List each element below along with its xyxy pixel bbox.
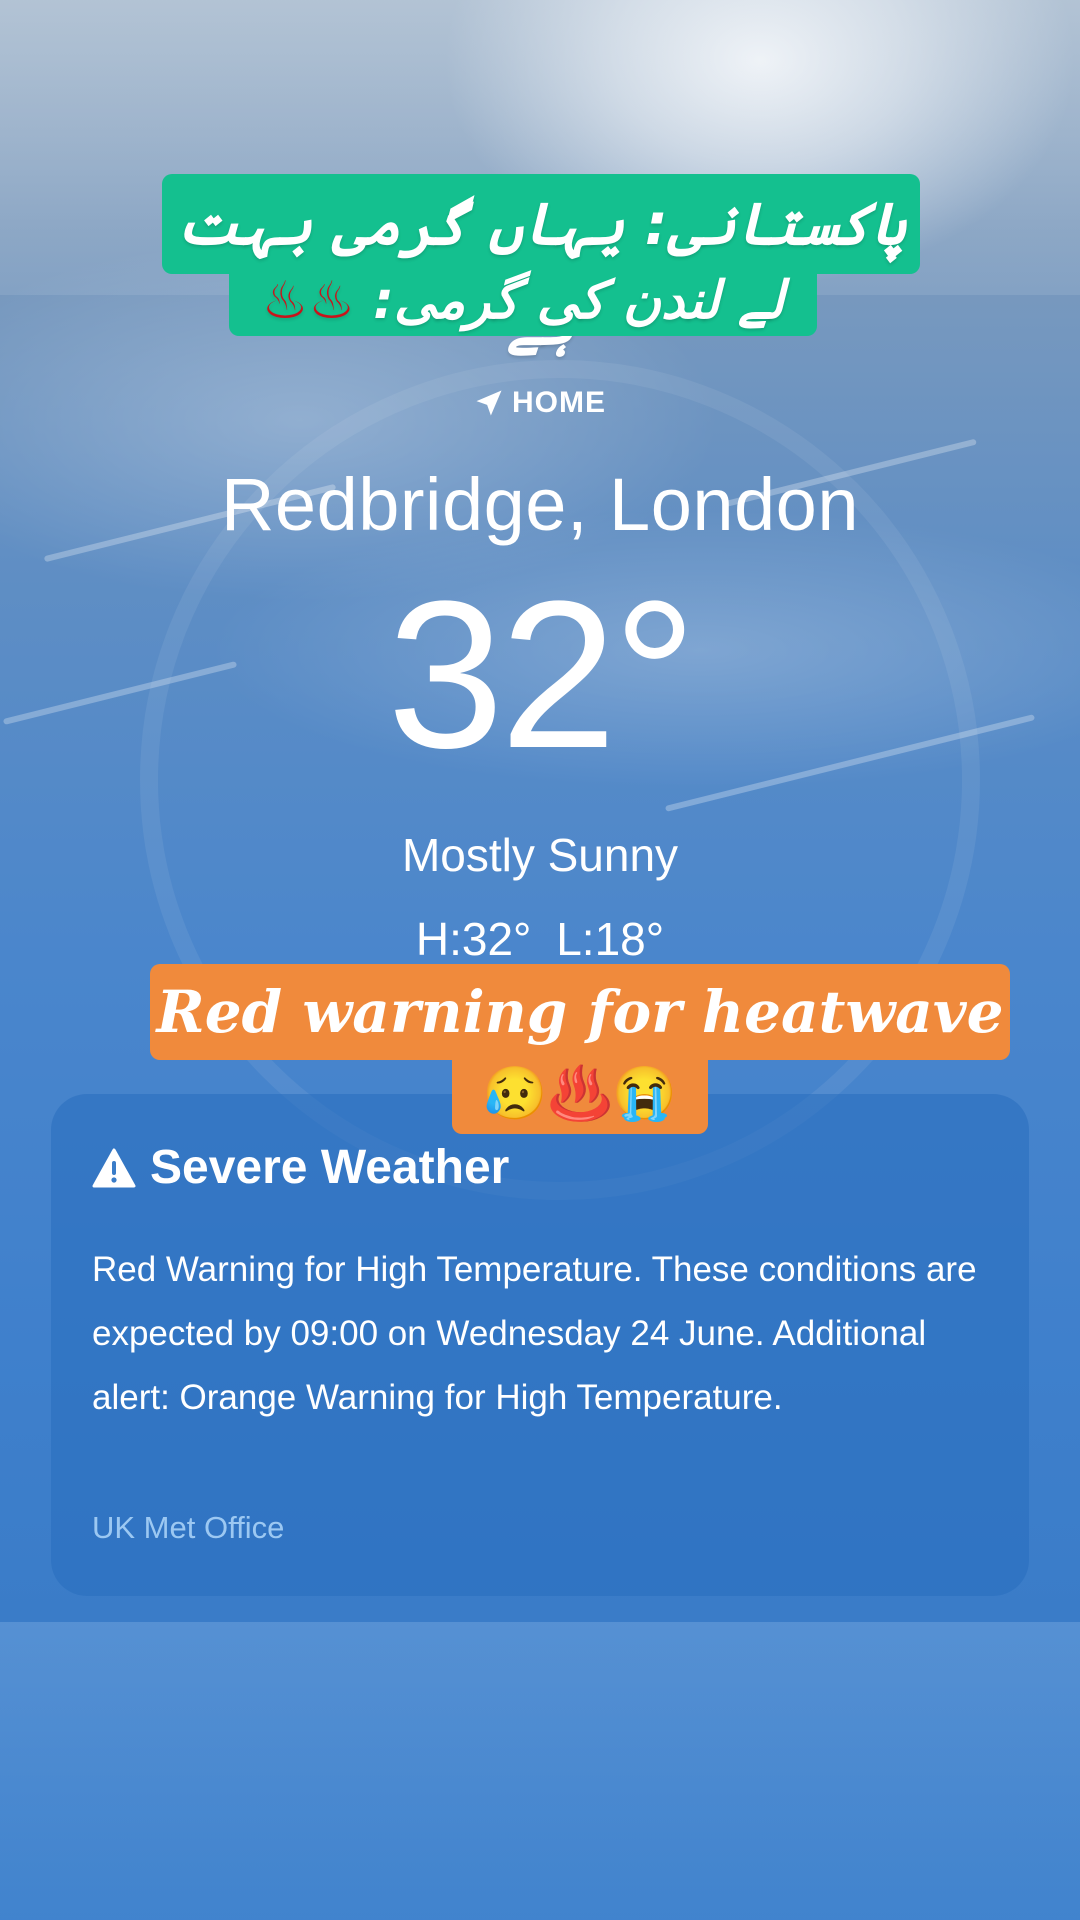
urdu-caption-line2: لے لندن کی گرمی: ♨♨ xyxy=(229,266,817,336)
location-label: HOME xyxy=(0,386,1080,420)
hot-springs-icon: ♨♨ xyxy=(261,271,355,331)
temperature-value: 32° xyxy=(387,557,697,792)
current-temperature: 32° xyxy=(0,570,1080,780)
urdu-caption-text-2: لندن کی گرمی: xyxy=(373,271,720,331)
warning-triangle-icon xyxy=(92,1148,136,1187)
overlay-caption-line1: Red warning for heatwave xyxy=(150,964,1010,1060)
location-label-text: HOME xyxy=(512,386,606,419)
urdu-caption-line1: پاکستانی: یہاں گرمی بہت ہے xyxy=(162,174,920,358)
alert-description: Red Warning for High Temperature. These … xyxy=(92,1250,977,1417)
weather-condition: Mostly Sunny xyxy=(401,829,679,881)
severe-weather-header: Severe Weather xyxy=(92,1140,509,1195)
city-name: Redbridge, London xyxy=(220,463,859,546)
emoji-row: 😥♨️😭 xyxy=(482,1063,678,1124)
urdu-caption-prefix: لے xyxy=(719,271,785,331)
location-arrow-icon xyxy=(476,390,502,416)
overlay-caption-line2: 😥♨️😭 xyxy=(452,1054,708,1134)
severe-weather-title: Severe Weather xyxy=(150,1141,510,1194)
alert-source-link[interactable]: UK Met Office xyxy=(92,1510,284,1546)
sky-band-bottom xyxy=(0,1622,1080,1920)
high-low-temperature: H:32° L:18° xyxy=(415,913,665,965)
overlay-caption-text: Red warning for heatwave xyxy=(156,978,1004,1046)
